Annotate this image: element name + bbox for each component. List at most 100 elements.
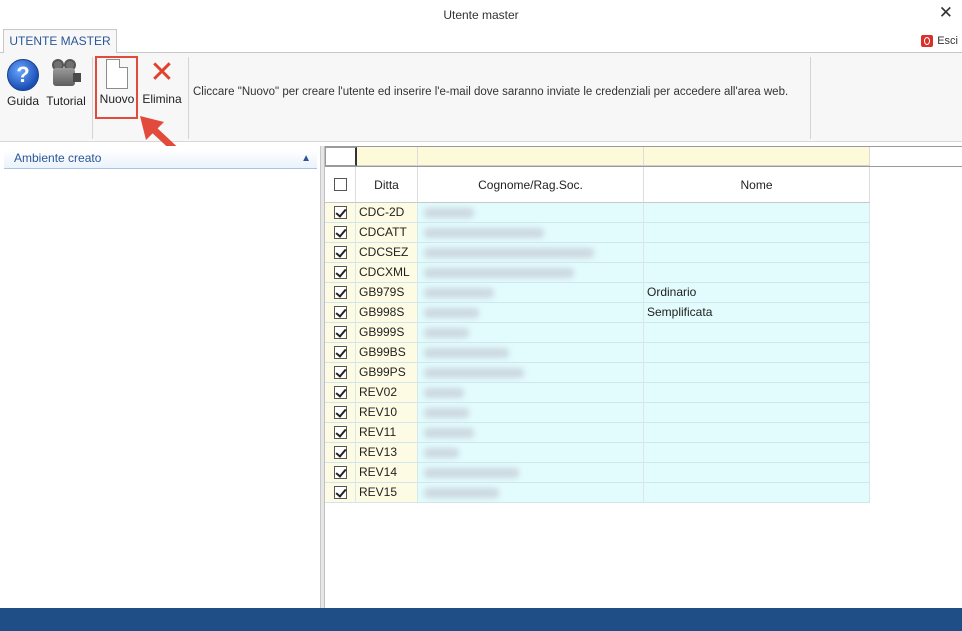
row-checkbox[interactable] [333, 406, 347, 419]
table-row[interactable]: GB99BS [325, 343, 870, 363]
row-select-cell[interactable] [325, 383, 356, 403]
row-select-cell[interactable] [325, 363, 356, 383]
table-row[interactable]: CDCATT [325, 223, 870, 243]
guida-button[interactable]: ? Guida [6, 59, 40, 108]
row-select-cell[interactable] [325, 323, 356, 343]
cell-cognome[interactable] [418, 263, 644, 283]
row-checkbox[interactable] [333, 266, 347, 279]
row-select-cell[interactable] [325, 283, 356, 303]
cell-cognome[interactable] [418, 383, 644, 403]
table-row[interactable]: GB99PS [325, 363, 870, 383]
row-checkbox[interactable] [333, 206, 347, 219]
cell-cognome[interactable] [418, 223, 644, 243]
filter-cell-cognome[interactable] [418, 147, 644, 166]
cell-nome[interactable] [644, 263, 870, 283]
ambiente-creato-header[interactable]: Ambiente creato ▲ [4, 150, 317, 169]
table-row[interactable]: REV10 [325, 403, 870, 423]
select-all-header[interactable] [325, 167, 356, 203]
cell-cognome[interactable] [418, 303, 644, 323]
table-row[interactable]: REV13 [325, 443, 870, 463]
cell-nome[interactable] [644, 223, 870, 243]
column-header-nome[interactable]: Nome [644, 167, 870, 203]
table-row[interactable]: GB979S Ordinario [325, 283, 870, 303]
row-select-cell[interactable] [325, 203, 356, 223]
row-checkbox[interactable] [333, 386, 347, 399]
cell-cognome[interactable] [418, 483, 644, 503]
cell-ditta[interactable]: CDCATT [356, 223, 418, 243]
column-header-cognome[interactable]: Cognome/Rag.Soc. [418, 167, 644, 203]
row-checkbox[interactable] [333, 286, 347, 299]
row-checkbox[interactable] [333, 446, 347, 459]
cell-cognome[interactable] [418, 243, 644, 263]
cell-nome[interactable] [644, 343, 870, 363]
cell-nome[interactable]: Semplificata [644, 303, 870, 323]
cell-cognome[interactable] [418, 443, 644, 463]
table-row[interactable]: CDCSEZ [325, 243, 870, 263]
row-select-cell[interactable] [325, 463, 356, 483]
row-select-cell[interactable] [325, 303, 356, 323]
cell-ditta[interactable]: CDCXML [356, 263, 418, 283]
filter-selector-cell[interactable] [325, 147, 357, 166]
cell-ditta[interactable]: GB998S [356, 303, 418, 323]
select-all-checkbox[interactable] [333, 178, 347, 191]
row-select-cell[interactable] [325, 263, 356, 283]
filter-cell-ditta[interactable] [357, 147, 418, 166]
row-checkbox[interactable] [333, 226, 347, 239]
table-row[interactable]: REV14 [325, 463, 870, 483]
cell-nome[interactable] [644, 323, 870, 343]
row-checkbox[interactable] [333, 466, 347, 479]
cell-ditta[interactable]: GB99PS [356, 363, 418, 383]
row-checkbox[interactable] [333, 326, 347, 339]
cell-nome[interactable] [644, 203, 870, 223]
tab-utente-master[interactable]: UTENTE MASTER [3, 29, 117, 54]
row-select-cell[interactable] [325, 223, 356, 243]
cell-cognome[interactable] [418, 343, 644, 363]
cell-ditta[interactable]: CDCSEZ [356, 243, 418, 263]
table-row[interactable]: GB998S Semplificata [325, 303, 870, 323]
cell-nome[interactable] [644, 423, 870, 443]
tutorial-button[interactable]: Tutorial [44, 59, 88, 108]
table-row[interactable]: GB999S [325, 323, 870, 343]
close-icon[interactable]: ✕ [939, 4, 953, 22]
cell-ditta[interactable]: REV13 [356, 443, 418, 463]
collapse-icon[interactable]: ▲ [301, 151, 311, 167]
cell-ditta[interactable]: REV02 [356, 383, 418, 403]
cell-nome[interactable] [644, 483, 870, 503]
row-checkbox[interactable] [333, 346, 347, 359]
cell-cognome[interactable] [418, 403, 644, 423]
exit-button[interactable]: Esci [921, 33, 958, 49]
table-row[interactable]: CDCXML [325, 263, 870, 283]
cell-cognome[interactable] [418, 323, 644, 343]
cell-ditta[interactable]: GB999S [356, 323, 418, 343]
cell-cognome[interactable] [418, 423, 644, 443]
cell-nome[interactable] [644, 363, 870, 383]
cell-ditta[interactable]: CDC-2D [356, 203, 418, 223]
row-select-cell[interactable] [325, 343, 356, 363]
cell-ditta[interactable]: GB99BS [356, 343, 418, 363]
row-select-cell[interactable] [325, 443, 356, 463]
filter-cell-nome[interactable] [644, 147, 870, 166]
cell-cognome[interactable] [418, 203, 644, 223]
row-checkbox[interactable] [333, 246, 347, 259]
row-select-cell[interactable] [325, 243, 356, 263]
row-checkbox[interactable] [333, 306, 347, 319]
cell-cognome[interactable] [418, 463, 644, 483]
cell-nome[interactable] [644, 243, 870, 263]
cell-nome[interactable] [644, 383, 870, 403]
cell-cognome[interactable] [418, 283, 644, 303]
cell-ditta[interactable]: REV11 [356, 423, 418, 443]
table-row[interactable]: REV02 [325, 383, 870, 403]
cell-nome[interactable] [644, 463, 870, 483]
cell-nome[interactable] [644, 403, 870, 423]
cell-nome[interactable] [644, 443, 870, 463]
cell-ditta[interactable]: GB979S [356, 283, 418, 303]
cell-ditta[interactable]: REV15 [356, 483, 418, 503]
elimina-button[interactable]: ✕ Elimina [140, 58, 184, 107]
cell-ditta[interactable]: REV10 [356, 403, 418, 423]
cell-nome[interactable]: Ordinario [644, 283, 870, 303]
table-row[interactable]: CDC-2D [325, 203, 870, 223]
row-checkbox[interactable] [333, 486, 347, 499]
row-select-cell[interactable] [325, 423, 356, 443]
table-row[interactable]: REV11 [325, 423, 870, 443]
row-checkbox[interactable] [333, 426, 347, 439]
